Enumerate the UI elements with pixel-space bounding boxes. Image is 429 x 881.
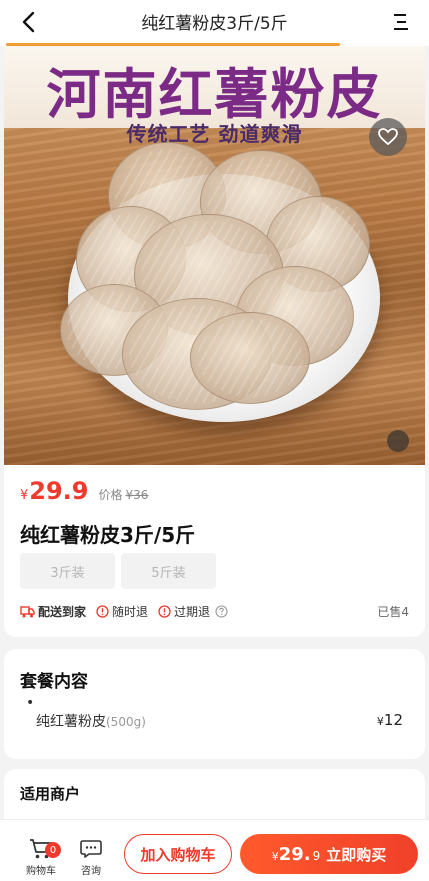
sold-count: 已售4 <box>377 605 409 619</box>
cart-count-badge: 0 <box>45 842 61 858</box>
image-indicator-dot <box>387 430 409 452</box>
buy-price: 29. <box>278 844 311 865</box>
service-refund-expired-label: 过期退 <box>174 605 211 619</box>
product-image[interactable]: 河南红薯粉皮 传统工艺 劲道爽滑 <box>4 46 425 465</box>
package-item: 纯红薯粉皮(500g) <box>36 711 146 731</box>
cart-label: 购物车 <box>26 866 56 877</box>
consult-button[interactable]: 咨询 <box>76 834 106 878</box>
menu-icon <box>394 14 408 30</box>
package-item-name: 纯红薯粉皮 <box>36 714 106 730</box>
help-icon[interactable] <box>215 605 228 618</box>
buy-now-button[interactable]: ¥ 29. 9 立即购买 <box>240 834 418 874</box>
original-price: ¥36 <box>125 488 149 502</box>
spec-option-5jin[interactable]: 5斤装 <box>121 553 216 589</box>
bottom-action-bar: 0 购物车 咨询 加入购物车 ¥ 29. 9 立即购买 <box>0 819 429 881</box>
buy-price-currency: ¥ <box>271 850 279 863</box>
truck-icon <box>20 605 35 617</box>
package-section-title: 套餐内容 <box>20 672 88 692</box>
chat-icon <box>80 840 102 858</box>
list-bullet: • <box>26 695 35 711</box>
price-currency: ¥ <box>20 488 29 503</box>
package-item-price-value: 12 <box>383 711 403 729</box>
package-item-price: ¥12 <box>377 711 403 729</box>
image-subtitle-text: 传统工艺 劲道爽滑 <box>126 122 303 146</box>
add-to-cart-button[interactable]: 加入购物车 <box>124 834 232 874</box>
package-item-weight: (500g) <box>106 715 146 729</box>
service-row: 配送到家 随时退 过期退 已售4 <box>20 603 409 620</box>
consult-label: 咨询 <box>81 866 101 877</box>
current-price: 29.9 <box>29 477 89 505</box>
cart-button[interactable]: 0 购物车 <box>24 834 61 878</box>
product-info-card: ¥ 29.9 价格 ¥36 纯红薯粉皮3斤/5斤 3斤装 5斤装 配送到家 随时… <box>4 465 425 637</box>
merchant-section-title: 适用商户 <box>20 785 81 803</box>
favorite-button[interactable] <box>369 118 407 156</box>
service-refund-expired: 过期退 <box>158 603 228 620</box>
package-content-card: 套餐内容 • 纯红薯粉皮(500g) ¥12 <box>4 649 425 759</box>
original-price-label: 价格 <box>98 488 123 502</box>
page-title: 纯红薯粉皮3斤/5斤 <box>141 14 288 34</box>
service-refund-anytime: 随时退 <box>96 603 148 620</box>
heart-icon <box>378 128 398 146</box>
spec-options: 3斤装 5斤装 <box>20 553 216 589</box>
spec-option-3jin[interactable]: 3斤装 <box>20 553 115 589</box>
top-nav-bar: 纯红薯粉皮3斤/5斤 <box>0 0 429 46</box>
product-name: 纯红薯粉皮3斤/5斤 <box>20 523 196 547</box>
noodle-sheet <box>190 312 310 404</box>
menu-button[interactable] <box>389 8 413 36</box>
price-row: ¥ 29.9 价格 ¥36 <box>20 477 148 505</box>
package-item-price-currency: ¥ <box>376 715 384 728</box>
alert-circle-icon <box>158 605 171 618</box>
service-refund-anytime-label: 随时退 <box>112 605 149 619</box>
service-delivery-label: 配送到家 <box>38 605 87 619</box>
buy-now-label: 立即购买 <box>326 846 387 864</box>
alert-circle-icon <box>96 605 109 618</box>
service-delivery: 配送到家 <box>20 603 86 620</box>
buy-price-decimal: 9 <box>312 849 321 863</box>
